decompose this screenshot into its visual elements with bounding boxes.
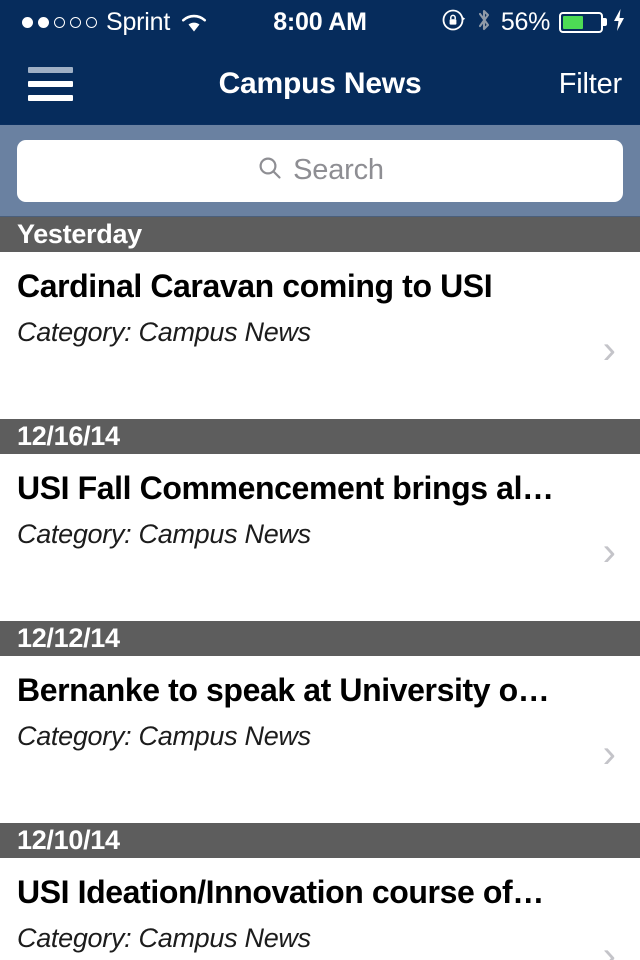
search-input[interactable]: Search xyxy=(17,139,623,202)
hamburger-bar-3 xyxy=(28,95,73,101)
news-item-title: Cardinal Caravan coming to USI xyxy=(17,268,493,304)
status-bar: Sprint 8:00 AM 56% xyxy=(0,0,640,44)
signal-dot-1 xyxy=(22,16,33,28)
chevron-right-icon: › xyxy=(602,530,616,574)
carrier-label: Sprint xyxy=(106,7,171,36)
news-list[interactable]: Yesterday Cardinal Caravan coming to USI C… xyxy=(0,217,640,960)
signal-dot-3 xyxy=(54,16,65,28)
news-item-category: Category: Campus News xyxy=(17,518,311,549)
news-item-title: USI Fall Commencement brings al… xyxy=(17,470,554,506)
search-placeholder: Search xyxy=(293,154,384,186)
battery-percentage: 56% xyxy=(500,7,550,36)
lightning-bolt-icon xyxy=(612,8,626,37)
section-header: 12/12/14 xyxy=(0,621,640,656)
bluetooth-icon xyxy=(476,7,492,38)
chevron-right-icon: › xyxy=(602,328,616,372)
signal-dot-4 xyxy=(70,16,81,28)
hamburger-bar-1 xyxy=(28,67,73,73)
signal-dot-5 xyxy=(86,16,97,28)
page-title: Campus News xyxy=(218,67,422,100)
news-list-item[interactable]: USI Ideation/Innovation course of… Catego… xyxy=(0,858,640,960)
search-icon xyxy=(256,154,284,187)
chevron-right-icon: › xyxy=(602,732,616,776)
news-item-title: Bernanke to speak at University o… xyxy=(17,672,550,708)
news-list-item[interactable]: Cardinal Caravan coming to USI Category: … xyxy=(0,252,640,419)
hamburger-menu-icon[interactable] xyxy=(28,67,73,101)
wifi-icon xyxy=(179,11,209,33)
search-bar-container: Search xyxy=(0,125,640,217)
section-header: 12/16/14 xyxy=(0,419,640,454)
signal-strength-dots xyxy=(22,16,97,28)
filter-button[interactable]: Filter xyxy=(559,68,622,101)
status-bar-left: Sprint xyxy=(22,8,209,37)
section-header: Yesterday xyxy=(0,217,640,252)
chevron-right-icon: › xyxy=(602,934,616,960)
status-bar-right: 56% xyxy=(441,7,626,38)
battery-icon xyxy=(559,11,603,33)
signal-dot-2 xyxy=(38,16,49,28)
hamburger-bar-2 xyxy=(28,81,73,87)
rotation-lock-icon xyxy=(441,7,467,38)
news-item-category: Category: Campus News xyxy=(17,720,311,751)
news-item-category: Category: Campus News xyxy=(17,316,311,347)
news-list-item[interactable]: Bernanke to speak at University o… Catego… xyxy=(0,656,640,823)
navigation-bar: Campus News Filter xyxy=(0,44,640,125)
news-list-item[interactable]: USI Fall Commencement brings al… Category… xyxy=(0,454,640,621)
section-header: 12/10/14 xyxy=(0,823,640,858)
news-item-category: Category: Campus News xyxy=(17,922,311,953)
news-item-title: USI Ideation/Innovation course of… xyxy=(17,874,544,910)
